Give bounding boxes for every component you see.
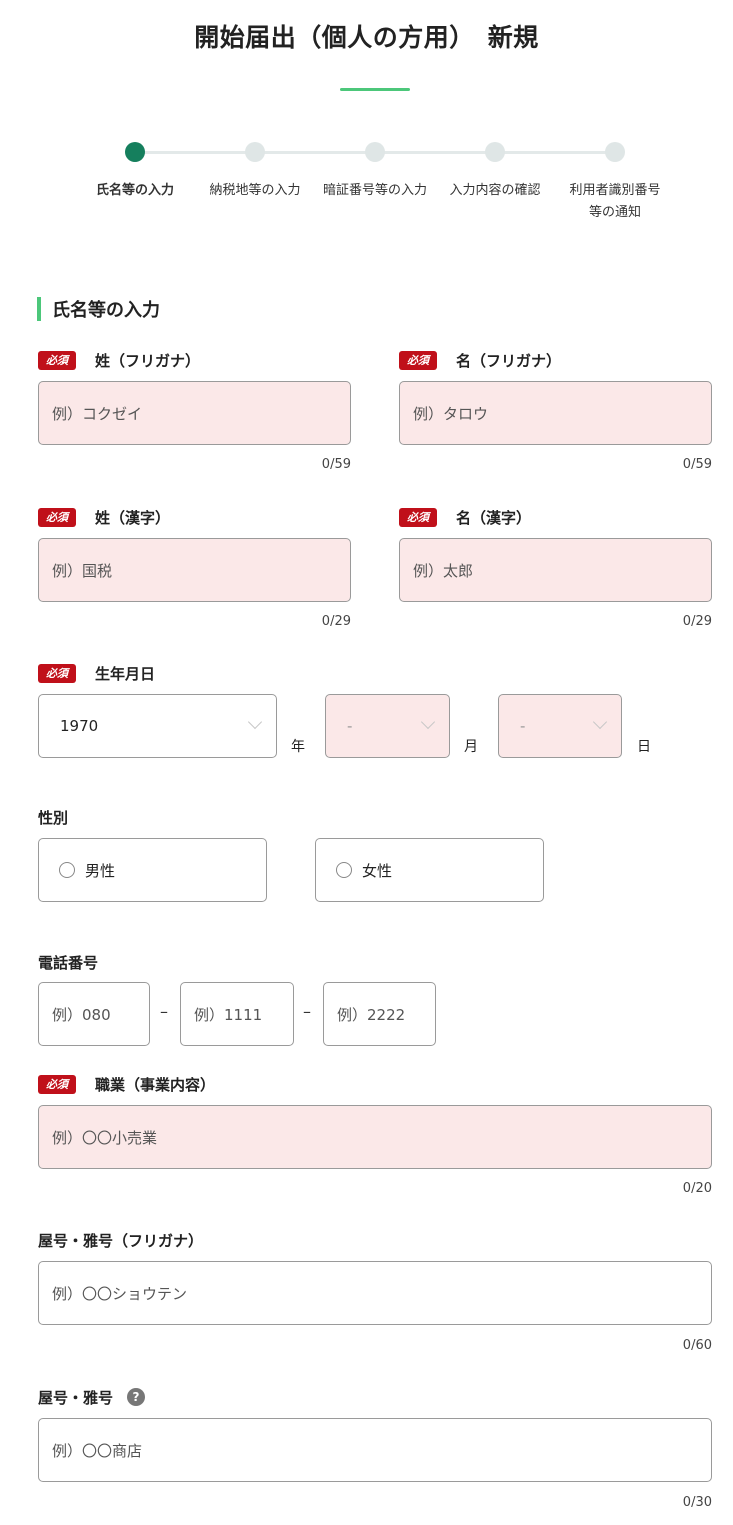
radio-circle-icon xyxy=(336,862,352,878)
step-dot-2 xyxy=(245,142,265,162)
birth-year-select[interactable]: 1970 xyxy=(38,694,277,758)
chevron-down-icon xyxy=(592,714,608,730)
step-label-3: 暗証番号等の入力 xyxy=(322,183,427,198)
yago-input[interactable]: 例）〇〇商店 xyxy=(38,1418,712,1482)
phone-part-3-input[interactable]: 例）2222 xyxy=(323,982,436,1046)
phone-separator: – xyxy=(160,1002,168,1021)
required-badge: 必須 xyxy=(399,351,437,370)
birth-month-value: - xyxy=(347,717,353,735)
step-dot-3 xyxy=(365,142,385,162)
sei-kanji-counter: 0/29 xyxy=(321,614,351,629)
yago-kana-counter: 0/60 xyxy=(682,1338,712,1353)
phone-label: 電話番号 xyxy=(38,954,99,972)
radio-circle-icon xyxy=(59,862,75,878)
gender-female-label: 女性 xyxy=(362,861,393,880)
step-label-2: 納税地等の入力 xyxy=(209,183,301,198)
birth-month-select[interactable]: - xyxy=(325,694,450,758)
occupation-input[interactable]: 例）〇〇小売業 xyxy=(38,1105,712,1169)
title-underline xyxy=(340,88,410,91)
month-unit: 月 xyxy=(464,739,478,755)
phone-separator: – xyxy=(303,1002,311,1021)
gender-label: 性別 xyxy=(38,809,69,827)
year-unit: 年 xyxy=(291,739,305,755)
birth-day-select[interactable]: - xyxy=(498,694,622,758)
sei-kana-label: 姓（フリガナ） xyxy=(95,352,201,370)
mei-kanji-counter: 0/29 xyxy=(682,614,712,629)
day-unit: 日 xyxy=(637,739,651,755)
step-label-5: 利用者識別番号 等の通知 xyxy=(569,183,661,220)
page-title: 開始届出（個人の方用） 新規 xyxy=(194,23,539,52)
gender-male-label: 男性 xyxy=(85,861,116,880)
yago-kana-label: 屋号・雅号（フリガナ） xyxy=(38,1232,204,1250)
step-label-4: 入力内容の確認 xyxy=(449,183,541,198)
birth-year-value: 1970 xyxy=(60,717,99,735)
chevron-down-icon xyxy=(420,714,436,730)
yago-counter: 0/30 xyxy=(682,1495,712,1510)
required-badge: 必須 xyxy=(38,508,76,527)
mei-kanji-input[interactable]: 例）太郎 xyxy=(399,538,712,602)
step-dot-4 xyxy=(485,142,505,162)
required-badge: 必須 xyxy=(38,664,76,683)
phone-part-1-input[interactable]: 例）080 xyxy=(38,982,150,1046)
gender-female-radio[interactable]: 女性 xyxy=(315,838,544,902)
mei-kana-counter: 0/59 xyxy=(682,457,712,472)
mei-kanji-label: 名（漢字） xyxy=(456,509,532,527)
required-badge: 必須 xyxy=(38,1075,76,1094)
sei-kanji-input[interactable]: 例）国税 xyxy=(38,538,351,602)
help-icon[interactable]: ? xyxy=(127,1388,145,1406)
gender-male-radio[interactable]: 男性 xyxy=(38,838,267,902)
sei-kana-input[interactable]: 例）コクゼイ xyxy=(38,381,351,445)
phone-part-2-input[interactable]: 例）1111 xyxy=(180,982,294,1046)
required-badge: 必須 xyxy=(399,508,437,527)
birthdate-label: 生年月日 xyxy=(95,665,156,683)
required-badge: 必須 xyxy=(38,351,76,370)
occupation-counter: 0/20 xyxy=(682,1181,712,1196)
yago-label: 屋号・雅号 xyxy=(38,1389,114,1407)
step-dot-5 xyxy=(605,142,625,162)
step-label-1: 氏名等の入力 xyxy=(95,183,174,198)
section-title: 氏名等の入力 xyxy=(52,300,160,321)
mei-kana-input[interactable]: 例）タロウ xyxy=(399,381,712,445)
occupation-label: 職業（事業内容） xyxy=(95,1076,216,1094)
yago-kana-input[interactable]: 例）〇〇ショウテン xyxy=(38,1261,712,1325)
chevron-down-icon xyxy=(247,714,263,730)
sei-kana-counter: 0/59 xyxy=(321,457,351,472)
mei-kana-label: 名（フリガナ） xyxy=(456,352,562,370)
birth-day-value: - xyxy=(520,717,526,735)
sei-kanji-label: 姓（漢字） xyxy=(95,509,171,527)
step-dot-1 xyxy=(125,142,145,162)
section-accent-bar xyxy=(37,297,41,321)
